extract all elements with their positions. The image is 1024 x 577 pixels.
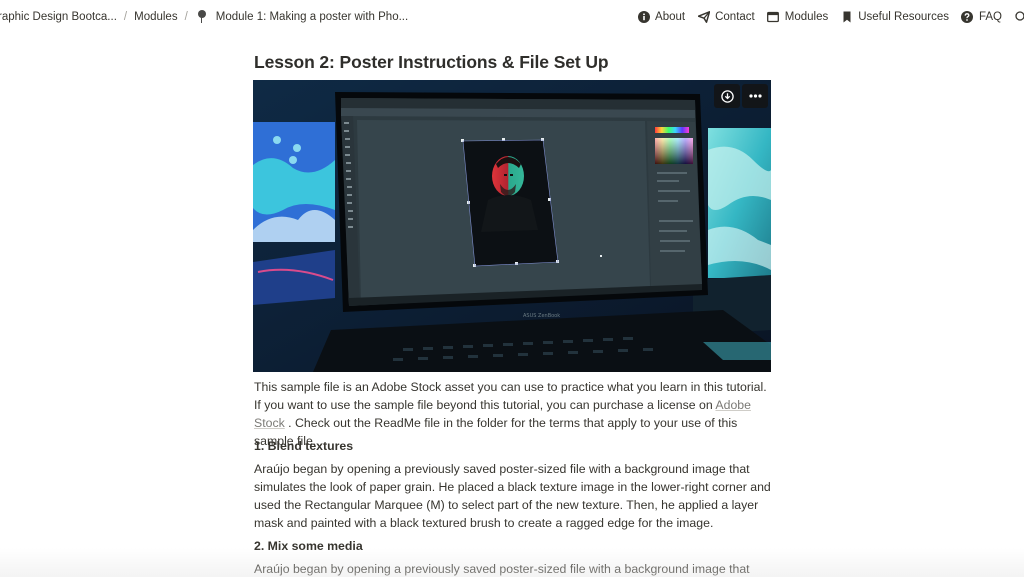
- breadcrumb-item-course[interactable]: raphic Design Bootca...: [0, 11, 120, 23]
- intro-text-before-link: This sample file is an Adobe Stock asset…: [254, 380, 767, 412]
- info-circle-icon: [637, 10, 650, 23]
- section-body-mix-media: Araújo began by opening a previously sav…: [254, 562, 750, 576]
- nav-item-search-partial[interactable]: [1014, 10, 1024, 23]
- paper-plane-icon: [697, 10, 710, 23]
- section-body-blend-textures: Araújo began by opening a previously sav…: [254, 462, 771, 530]
- bookmark-icon: [840, 10, 853, 23]
- breadcrumb: raphic Design Bootca... / Modules / Modu…: [0, 9, 411, 24]
- nav-item-about[interactable]: About: [637, 10, 685, 23]
- download-icon: [720, 89, 734, 103]
- nav-label: Contact: [715, 10, 755, 23]
- more-horizontal-icon: [748, 94, 762, 98]
- section-heading-mix-media: 2. Mix some media: [254, 539, 363, 553]
- nav-item-modules[interactable]: Modules: [767, 10, 828, 23]
- question-circle-icon: [961, 10, 974, 23]
- breadcrumb-separator: /: [184, 10, 188, 23]
- nav-label: About: [655, 10, 686, 23]
- top-nav: About Contact Modules Useful Resources F…: [625, 10, 1024, 23]
- pushpin-icon: [196, 9, 208, 24]
- breadcrumb-separator: /: [123, 10, 128, 23]
- nav-item-useful-resources[interactable]: Useful Resources: [840, 10, 949, 23]
- breadcrumb-item-module-1[interactable]: Module 1: Making a poster with Pho...: [213, 11, 411, 23]
- nav-item-faq[interactable]: FAQ: [961, 10, 1002, 23]
- nav-label: Useful Resources: [858, 10, 949, 23]
- breadcrumb-item-modules[interactable]: Modules: [131, 11, 180, 23]
- more-options-button[interactable]: [742, 84, 768, 108]
- laptop-photoshop-image: ASUS ZenBook: [253, 80, 771, 372]
- nav-item-contact[interactable]: Contact: [697, 10, 755, 23]
- nav-label: FAQ: [978, 10, 1002, 23]
- nav-label: Modules: [784, 10, 829, 23]
- download-button[interactable]: [714, 84, 740, 108]
- top-bar: raphic Design Bootca... / Modules / Modu…: [0, 0, 1024, 33]
- section-heading-blend-textures: 1. Blend textures: [254, 439, 354, 453]
- search-icon: [1014, 10, 1024, 23]
- lesson-video[interactable]: ASUS ZenBook: [253, 80, 771, 372]
- browser-window-icon: [767, 10, 780, 23]
- page-title: Lesson 2: Poster Instructions & File Set…: [254, 52, 609, 72]
- laptop-brand-text: ASUS ZenBook: [523, 313, 560, 319]
